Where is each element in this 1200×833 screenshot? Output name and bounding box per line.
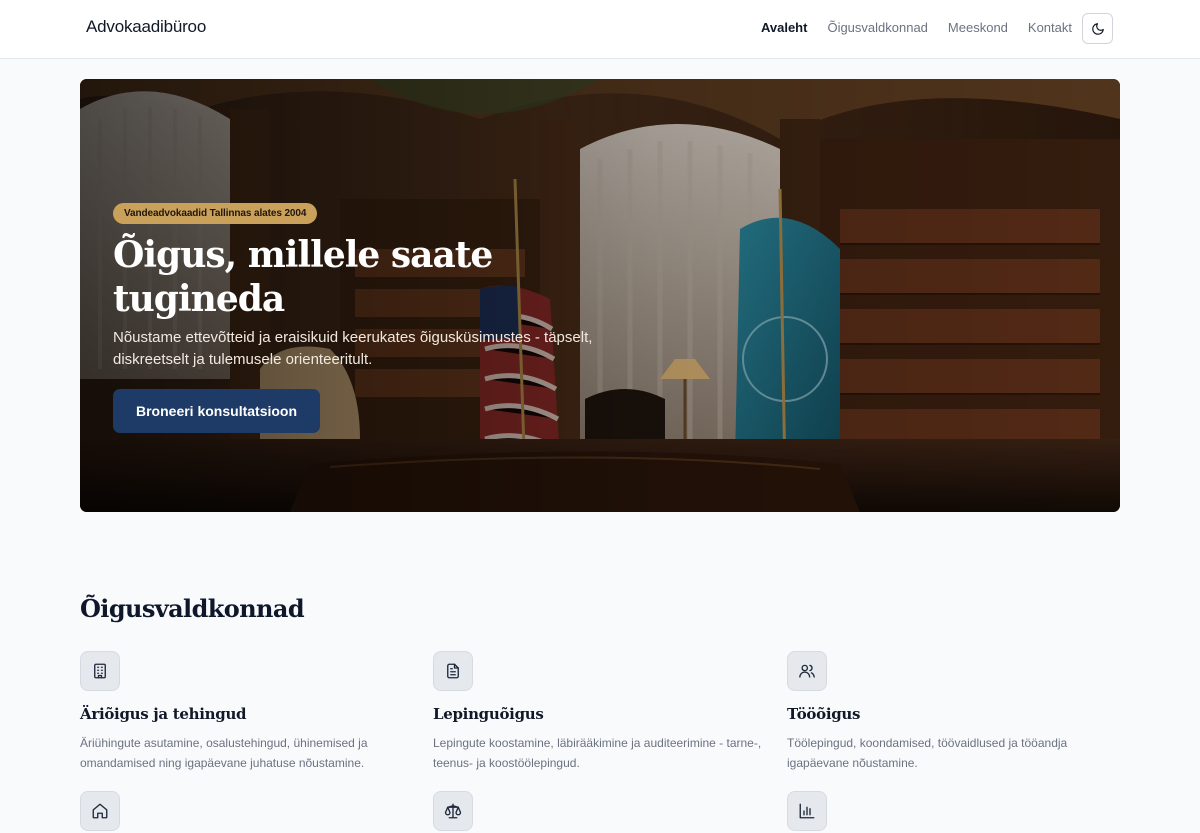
- card-description: Äriühingute asutamine, osalustehingud, ü…: [80, 736, 368, 770]
- nav-contact[interactable]: Kontakt: [1028, 20, 1072, 36]
- card-description: Töölepingud, koondamised, töövaidlused j…: [787, 736, 1068, 770]
- brand-logo[interactable]: Advokaadibüroo: [86, 17, 206, 37]
- practice-card-litigation[interactable]: [433, 791, 773, 831]
- users-icon: [799, 664, 815, 678]
- scale-icon: [444, 803, 462, 819]
- hero-banner: Vandeadvokaadid Tallinnas alates 2004 Õi…: [80, 79, 1120, 512]
- card-title: Tööõigus: [787, 705, 861, 723]
- hero-content: Vandeadvokaadid Tallinnas alates 2004 Õi…: [113, 203, 673, 433]
- site-header: Advokaadibüroo Avaleht Õigusvaldkonnad M…: [0, 0, 1200, 59]
- section-title: Õigusvaldkonnad: [80, 594, 305, 623]
- home-icon: [92, 803, 108, 819]
- document-icon: [447, 663, 459, 679]
- hero-subtitle: Nõustame ettevõtteid ja eraisikuid keeru…: [113, 329, 593, 368]
- hero-title: Õigus, millele saate tugineda: [113, 234, 493, 320]
- moon-icon: [1091, 22, 1104, 35]
- practice-card-real-estate[interactable]: [80, 791, 420, 831]
- main-nav: Avaleht Õigusvaldkonnad Meeskond Kontakt: [761, 20, 1072, 36]
- card-description: Lepingute koostamine, läbirääkimine ja a…: [433, 736, 762, 770]
- practice-card-business[interactable]: Äriõigus ja tehingud Äriühingute asutami…: [80, 651, 420, 773]
- card-title: Lepinguõigus: [433, 705, 544, 723]
- card-title: Äriõigus ja tehingud: [80, 705, 247, 723]
- hero-badge: Vandeadvokaadid Tallinnas alates 2004: [113, 203, 318, 224]
- practice-card-contracts[interactable]: Lepinguõigus Lepingute koostamine, läbir…: [433, 651, 773, 773]
- building-icon: [94, 663, 106, 679]
- nav-home[interactable]: Avaleht: [761, 20, 807, 36]
- bar-chart-icon: [799, 803, 815, 819]
- book-consultation-button[interactable]: Broneeri konsultatsioon: [113, 389, 321, 433]
- nav-practice-areas[interactable]: Õigusvaldkonnad: [827, 20, 927, 36]
- nav-team[interactable]: Meeskond: [948, 20, 1008, 36]
- theme-toggle-button[interactable]: [1082, 13, 1113, 44]
- practice-card-employment[interactable]: Tööõigus Töölepingud, koondamised, tööva…: [787, 651, 1127, 773]
- practice-card-finance[interactable]: [787, 791, 1127, 831]
